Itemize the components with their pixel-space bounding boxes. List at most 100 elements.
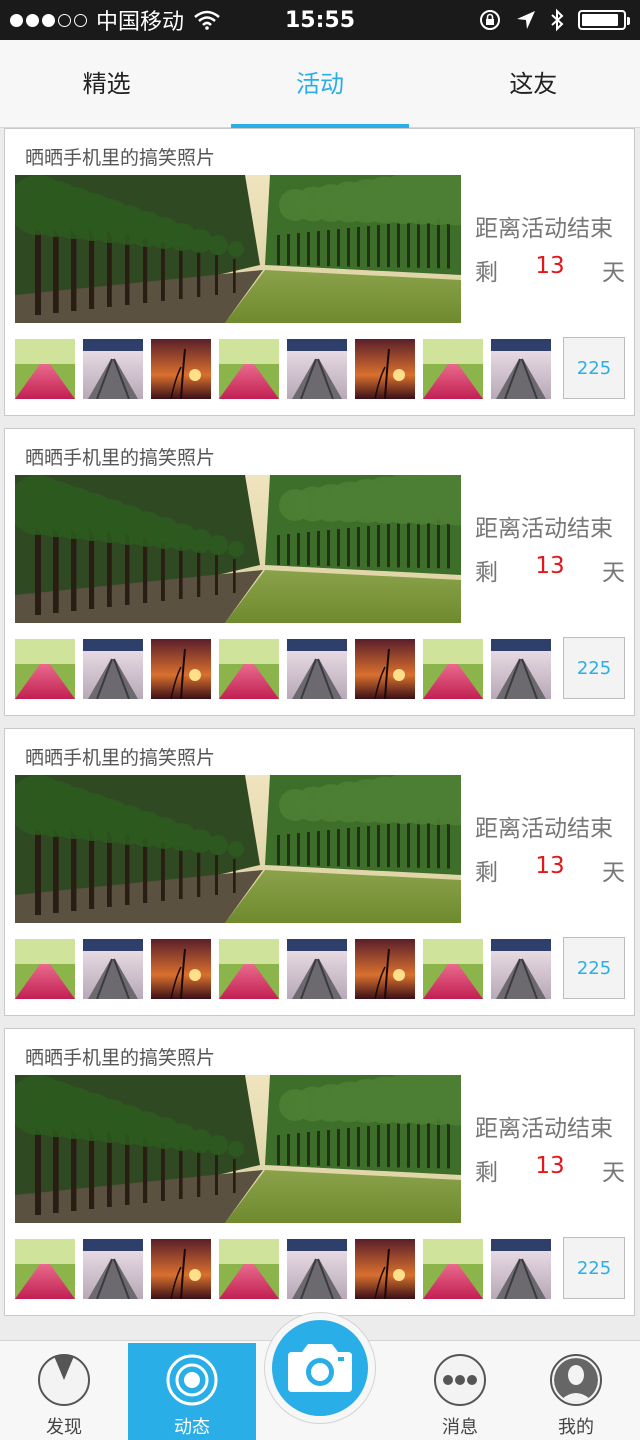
railway-blossom-thumbnail[interactable]: [491, 1239, 551, 1299]
activity-card[interactable]: 晒晒手机里的搞笑照片 距离活动结束 剩 13 天 225: [4, 128, 635, 416]
nav-profile[interactable]: 我的: [512, 1343, 640, 1440]
battery-level: [582, 14, 618, 26]
railway-blossom-thumbnail[interactable]: [287, 939, 347, 999]
tab-friends[interactable]: 这友: [427, 40, 640, 127]
pink-road-thumbnail[interactable]: [423, 339, 483, 399]
sunset-grass-thumbnail[interactable]: [355, 339, 415, 399]
days-remaining: 13: [535, 853, 565, 879]
railway-blossom-thumbnail[interactable]: [491, 939, 551, 999]
thumbnail-strip: [15, 1239, 559, 1299]
camera-button[interactable]: [272, 1320, 368, 1416]
railway-blossom-thumbnail[interactable]: [83, 639, 143, 699]
photo-count-button[interactable]: 225: [563, 337, 625, 399]
nav-feed-label: 动态: [174, 1417, 210, 1438]
railway-blossom-thumbnail[interactable]: [491, 339, 551, 399]
photo-count-button[interactable]: 225: [563, 637, 625, 699]
activity-card[interactable]: 晒晒手机里的搞笑照片 距离活动结束 剩 13 天 225: [4, 728, 635, 1016]
chat-dots-icon: [434, 1354, 486, 1406]
countdown-label: 距离活动结束: [475, 216, 613, 242]
signal-dot: [74, 13, 87, 27]
days-unit: 天: [602, 1160, 625, 1186]
sunset-grass-thumbnail[interactable]: [151, 939, 211, 999]
activity-cover-photo[interactable]: [15, 1075, 461, 1223]
pink-road-thumbnail[interactable]: [15, 1239, 75, 1299]
days-unit: 天: [602, 260, 625, 286]
days-remaining: 13: [535, 253, 565, 279]
pink-road-thumbnail[interactable]: [219, 639, 279, 699]
photo-count-button[interactable]: 225: [563, 937, 625, 999]
nav-profile-label: 我的: [558, 1417, 594, 1438]
sunset-grass-thumbnail[interactable]: [151, 1239, 211, 1299]
pink-road-thumbnail[interactable]: [219, 339, 279, 399]
location-icon: [517, 11, 535, 29]
remaining-prefix: 剩: [475, 860, 498, 886]
pink-road-thumbnail[interactable]: [15, 639, 75, 699]
activity-cover-photo[interactable]: [15, 475, 461, 623]
signal-dot: [58, 13, 71, 27]
activity-title: 晒晒手机里的搞笑照片: [25, 147, 216, 169]
railway-blossom-thumbnail[interactable]: [83, 939, 143, 999]
pink-road-thumbnail[interactable]: [423, 639, 483, 699]
days-unit: 天: [602, 560, 625, 586]
remaining-prefix: 剩: [475, 560, 498, 586]
pink-road-thumbnail[interactable]: [219, 939, 279, 999]
status-bar: 中国移动 15:55: [0, 0, 640, 40]
signal-strength-icon: [10, 13, 90, 27]
countdown-label: 距离活动结束: [475, 1116, 613, 1142]
activity-card[interactable]: 晒晒手机里的搞笑照片 距离活动结束 剩 13 天 225: [4, 428, 635, 716]
pink-road-thumbnail[interactable]: [15, 339, 75, 399]
target-icon: [166, 1354, 218, 1406]
sunset-grass-thumbnail[interactable]: [355, 939, 415, 999]
camera-button-frame: [264, 1312, 376, 1424]
signal-dot: [42, 13, 55, 27]
railway-blossom-thumbnail[interactable]: [287, 339, 347, 399]
activity-cover-photo[interactable]: [15, 175, 461, 323]
pink-road-thumbnail[interactable]: [15, 939, 75, 999]
railway-blossom-thumbnail[interactable]: [287, 639, 347, 699]
days-remaining: 13: [535, 553, 565, 579]
photo-count-button[interactable]: 225: [563, 1237, 625, 1299]
nav-messages[interactable]: 消息: [396, 1343, 524, 1440]
railway-blossom-thumbnail[interactable]: [287, 1239, 347, 1299]
sunset-grass-thumbnail[interactable]: [151, 339, 211, 399]
railway-blossom-thumbnail[interactable]: [83, 339, 143, 399]
activity-feed[interactable]: 晒晒手机里的搞笑照片 距离活动结束 剩 13 天 225 晒晒手机里的搞笑照片 …: [0, 128, 640, 1340]
sunset-grass-thumbnail[interactable]: [355, 639, 415, 699]
thumbnail-strip: [15, 339, 559, 399]
user-avatar-icon: [550, 1354, 602, 1406]
sunset-grass-thumbnail[interactable]: [151, 639, 211, 699]
days-remaining: 13: [535, 1153, 565, 1179]
countdown: 距离活动结束 剩 13 天: [475, 209, 625, 287]
tab-featured[interactable]: 精选: [0, 40, 213, 127]
thumbnail-strip: [15, 939, 559, 999]
pink-road-thumbnail[interactable]: [423, 1239, 483, 1299]
nav-discover-label: 发现: [46, 1417, 82, 1438]
carrier-name: 中国移动: [96, 10, 185, 35]
railway-blossom-thumbnail[interactable]: [491, 639, 551, 699]
activity-cover-photo[interactable]: [15, 775, 461, 923]
sunset-grass-thumbnail[interactable]: [355, 1239, 415, 1299]
camera-icon: [288, 1344, 352, 1392]
remaining-prefix: 剩: [475, 260, 498, 286]
tab-activities[interactable]: 活动: [213, 40, 426, 128]
nav-messages-label: 消息: [442, 1417, 478, 1438]
activity-title: 晒晒手机里的搞笑照片: [25, 747, 216, 769]
railway-blossom-thumbnail[interactable]: [83, 1239, 143, 1299]
days-unit: 天: [602, 860, 625, 886]
pink-road-thumbnail[interactable]: [423, 939, 483, 999]
signal-dot: [10, 13, 23, 27]
compass-icon: [38, 1354, 90, 1406]
remaining-prefix: 剩: [475, 1160, 498, 1186]
pink-road-thumbnail[interactable]: [219, 1239, 279, 1299]
nav-feed[interactable]: 动态: [128, 1343, 256, 1440]
countdown: 距离活动结束 剩 13 天: [475, 1109, 625, 1187]
battery-icon: [578, 10, 630, 30]
activity-title: 晒晒手机里的搞笑照片: [25, 447, 216, 469]
activity-card[interactable]: 晒晒手机里的搞笑照片 距离活动结束 剩 13 天 225: [4, 1028, 635, 1316]
rotation-lock-icon: [480, 10, 500, 30]
countdown-label: 距离活动结束: [475, 516, 613, 542]
activity-title: 晒晒手机里的搞笑照片: [25, 1047, 216, 1069]
thumbnail-strip: [15, 639, 559, 699]
nav-discover[interactable]: 发现: [0, 1343, 128, 1440]
countdown-label: 距离活动结束: [475, 816, 613, 842]
